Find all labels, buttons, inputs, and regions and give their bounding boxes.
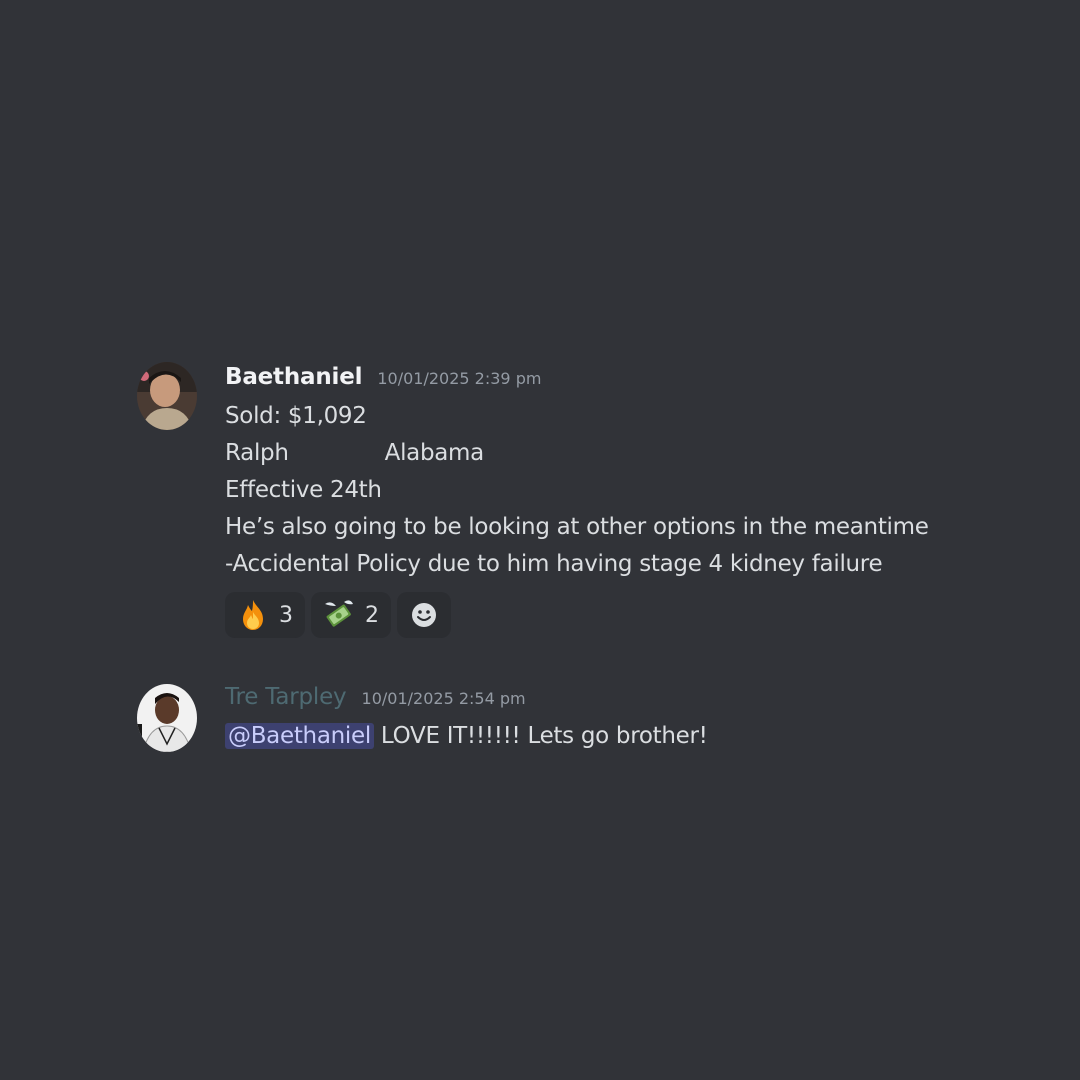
reaction-money[interactable]: 2 — [311, 592, 391, 638]
avatar[interactable] — [137, 684, 197, 752]
timestamp: 10/01/2025 2:54 pm — [361, 689, 526, 708]
reactions-bar: 3 2 — [225, 592, 1025, 640]
customer-name: Ralph — [225, 440, 289, 466]
message-text: LOVE IT!!!!!! Lets go brother! — [373, 723, 708, 749]
message-line: Effective 24th — [225, 477, 382, 503]
reaction-count: 2 — [365, 602, 379, 628]
smiley-icon — [407, 597, 441, 633]
author-name[interactable]: Tre Tarpley — [225, 684, 347, 710]
fire-icon — [235, 597, 271, 633]
message-line: @Baethaniel LOVE IT!!!!!! Lets go brothe… — [225, 718, 1025, 755]
message-line: -Accidental Policy due to him having sta… — [225, 551, 883, 577]
timestamp: 10/01/2025 2:39 pm — [377, 369, 542, 388]
money-with-wings-icon — [321, 597, 357, 633]
chat-area: Baethaniel 10/01/2025 2:39 pm Sold: $1,0… — [0, 0, 1080, 1080]
message-line: He’s also going to be looking at other o… — [225, 514, 929, 540]
message-line: Sold: $1,092 — [225, 403, 367, 429]
author-name[interactable]: Baethaniel — [225, 364, 362, 390]
add-reaction-button[interactable] — [397, 592, 451, 638]
avatar[interactable] — [137, 362, 197, 430]
reaction-count: 3 — [279, 602, 293, 628]
message-line: Ralph Alabama — [225, 435, 1025, 472]
customer-state: Alabama — [384, 440, 485, 466]
reaction-fire[interactable]: 3 — [225, 592, 305, 638]
user-mention[interactable]: @Baethaniel — [225, 723, 374, 749]
